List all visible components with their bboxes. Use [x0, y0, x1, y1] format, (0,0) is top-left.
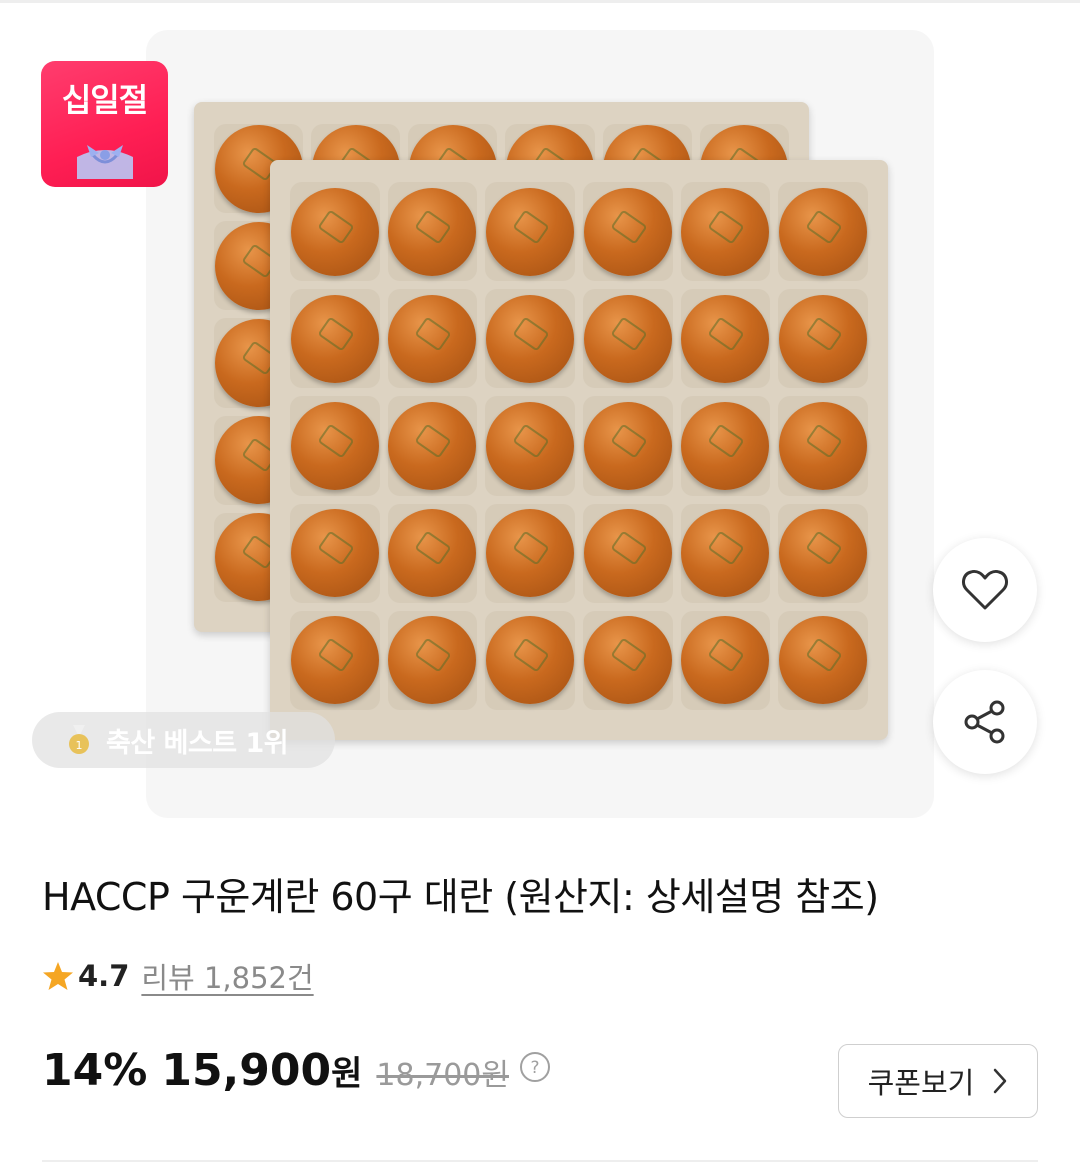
share-button[interactable] — [933, 670, 1037, 774]
egg — [779, 616, 868, 705]
egg-tray-front — [270, 160, 888, 740]
egg-cell — [481, 607, 579, 714]
original-price: 18,700원 — [376, 1058, 509, 1093]
top-divider — [0, 0, 1080, 3]
egg-cell — [384, 178, 482, 285]
question-circle-icon[interactable]: ? — [519, 1051, 551, 1083]
medal-icon: 1 — [69, 725, 89, 754]
egg-cell — [481, 392, 579, 499]
rating-value: 4.7 — [78, 959, 130, 993]
best-badge-label: 축산 베스트 1위 — [106, 727, 289, 759]
egg — [290, 509, 379, 598]
egg — [486, 294, 575, 383]
egg-cell — [286, 607, 384, 714]
price-unit: 원 — [331, 1054, 363, 1094]
badge-label: 십일절 — [61, 81, 148, 119]
egg — [486, 509, 575, 598]
svg-text:1: 1 — [76, 739, 83, 752]
egg — [486, 187, 575, 276]
coupon-label: 쿠폰보기 — [867, 1066, 975, 1100]
gift-icon — [77, 145, 133, 179]
egg — [583, 509, 672, 598]
egg-cell — [677, 285, 775, 392]
section-divider — [42, 1160, 1038, 1162]
egg-cell — [774, 392, 872, 499]
egg — [290, 294, 379, 383]
egg — [779, 187, 868, 276]
svg-text:?: ? — [530, 1058, 539, 1078]
egg-cell — [481, 178, 579, 285]
egg — [583, 401, 672, 490]
egg-cell — [286, 285, 384, 392]
egg-cell — [774, 285, 872, 392]
egg-cell — [579, 392, 677, 499]
heart-outline-icon — [962, 570, 1008, 610]
review-count-link[interactable]: 리뷰 1,852건 — [141, 955, 313, 997]
egg — [290, 616, 379, 705]
egg-cell — [579, 178, 677, 285]
egg-cell — [579, 285, 677, 392]
star-icon — [43, 962, 73, 990]
rating-row: 4.7 리뷰 1,852건 — [42, 955, 314, 997]
egg — [290, 187, 379, 276]
egg-cell — [677, 178, 775, 285]
egg — [779, 401, 868, 490]
egg — [290, 401, 379, 490]
egg — [388, 401, 477, 490]
egg-cell — [481, 285, 579, 392]
product-image[interactable] — [146, 30, 934, 818]
egg — [486, 401, 575, 490]
coupon-view-button[interactable]: 쿠폰보기 — [838, 1044, 1038, 1118]
egg — [388, 616, 477, 705]
price-row: 14% 15,900 원 18,700원 ? — [42, 1045, 551, 1096]
egg-cell — [384, 500, 482, 607]
egg — [779, 294, 868, 383]
eleven-day-badge: 십일절 — [41, 61, 168, 187]
egg — [583, 616, 672, 705]
egg-cell — [774, 500, 872, 607]
chevron-right-icon — [994, 1068, 1007, 1094]
egg — [681, 509, 770, 598]
sale-price: 15,900 — [161, 1045, 332, 1096]
egg-cell — [579, 607, 677, 714]
egg — [388, 509, 477, 598]
wishlist-button[interactable] — [933, 538, 1037, 642]
egg-cell — [384, 285, 482, 392]
egg — [681, 401, 770, 490]
egg — [681, 294, 770, 383]
egg-cell — [677, 500, 775, 607]
egg-cell — [384, 607, 482, 714]
egg — [388, 294, 477, 383]
egg-cell — [677, 392, 775, 499]
egg-cell — [774, 607, 872, 714]
egg-cell — [384, 392, 482, 499]
egg — [583, 294, 672, 383]
egg-cell — [286, 500, 384, 607]
egg — [779, 509, 868, 598]
discount-rate: 14% — [42, 1045, 148, 1096]
egg — [681, 187, 770, 276]
share-icon — [964, 700, 1005, 744]
egg — [388, 187, 477, 276]
egg — [583, 187, 672, 276]
egg-cell — [286, 392, 384, 499]
egg — [681, 616, 770, 705]
egg-cell — [677, 607, 775, 714]
best-ranking-badge: 1 축산 베스트 1위 — [32, 712, 335, 768]
egg-cell — [579, 500, 677, 607]
product-title: HACCP 구운계란 60구 대란 (원산지: 상세설명 참조) — [42, 875, 879, 919]
egg-cell — [774, 178, 872, 285]
egg-cell — [286, 178, 384, 285]
egg — [486, 616, 575, 705]
egg-cell — [481, 500, 579, 607]
